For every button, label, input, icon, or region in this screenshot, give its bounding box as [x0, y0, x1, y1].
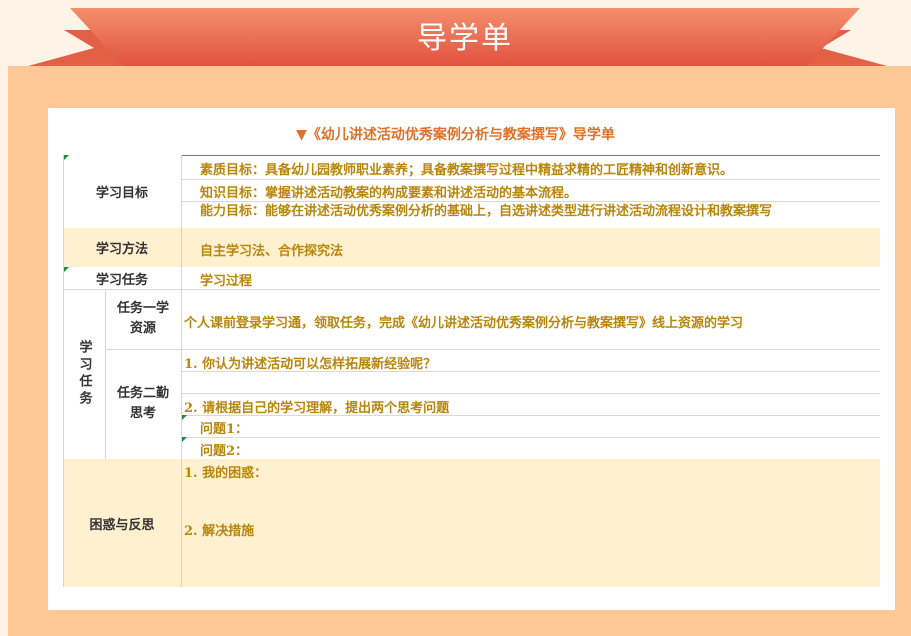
problem-1-text: 问题1： [200, 422, 249, 437]
problem-2: 问题2： [181, 437, 880, 459]
ability-objective: 能力目标：能够在讲述活动优秀案例分析的基础上，自选讲述类型进行讲述活动流程设计和… [200, 204, 773, 219]
knowledge-objective: 知识目标：掌握讲述活动教案的构成要素和讲述活动的基本流程。 [200, 186, 578, 200]
objectives-label-text: 学习目标 [95, 186, 148, 201]
divider-line [181, 371, 880, 372]
table-left-border [63, 155, 64, 587]
tasks-side-label: 学习任务 [76, 340, 92, 408]
problem-2-text: 问题2： [200, 444, 249, 459]
column-divider [181, 228, 182, 267]
reflection-item-1: 1. 我的困惑： [184, 466, 268, 480]
reflection-item-2: 2. 解决措施 [184, 524, 255, 538]
divider-line [105, 349, 880, 350]
task1-text: 个人课前登录学习通，领取任务，完成《幼儿讲述活动优秀案例分析与教案撰写》线上资源… [184, 316, 744, 330]
task2-question-2: 2. 请根据自己的学习理解，提出两个思考问题 [184, 401, 450, 415]
task2-question-1: 1. 你认为讲述活动可以怎样拓展新经验呢？ [184, 357, 437, 371]
divider-line [181, 155, 880, 156]
method-label: 学习方法 [95, 242, 148, 257]
column-divider [181, 267, 182, 289]
column-divider [181, 289, 182, 459]
divider-line [181, 201, 880, 202]
tasks-header-label-text: 学习任务 [95, 272, 148, 288]
banner-title: 导学单 [70, 8, 860, 68]
task1-label: 任务一学资源 [116, 301, 169, 336]
task2-label: 任务二勤思考 [116, 386, 169, 421]
divider-line [63, 289, 880, 290]
document-title: ▼《幼儿讲述活动优秀案例分析与教案撰写》导学单 [296, 127, 615, 143]
column-divider [181, 155, 182, 228]
tasks-header-value: 学习过程 [200, 274, 253, 288]
objectives-label: 学习目标 [63, 155, 181, 228]
tasks-header-label: 学习任务 [63, 267, 181, 289]
column-divider [181, 459, 182, 587]
problem-1: 问题1： [181, 415, 880, 437]
divider-line [181, 179, 880, 180]
divider-line [181, 393, 880, 394]
reflection-label: 困惑与反思 [89, 517, 155, 533]
method-value: 自主学习法、合作探究法 [200, 244, 344, 258]
quality-objective: 素质目标：具备幼儿园教师职业素养；具备教案撰写过程中精益求精的工匠精神和创新意识… [200, 163, 734, 177]
